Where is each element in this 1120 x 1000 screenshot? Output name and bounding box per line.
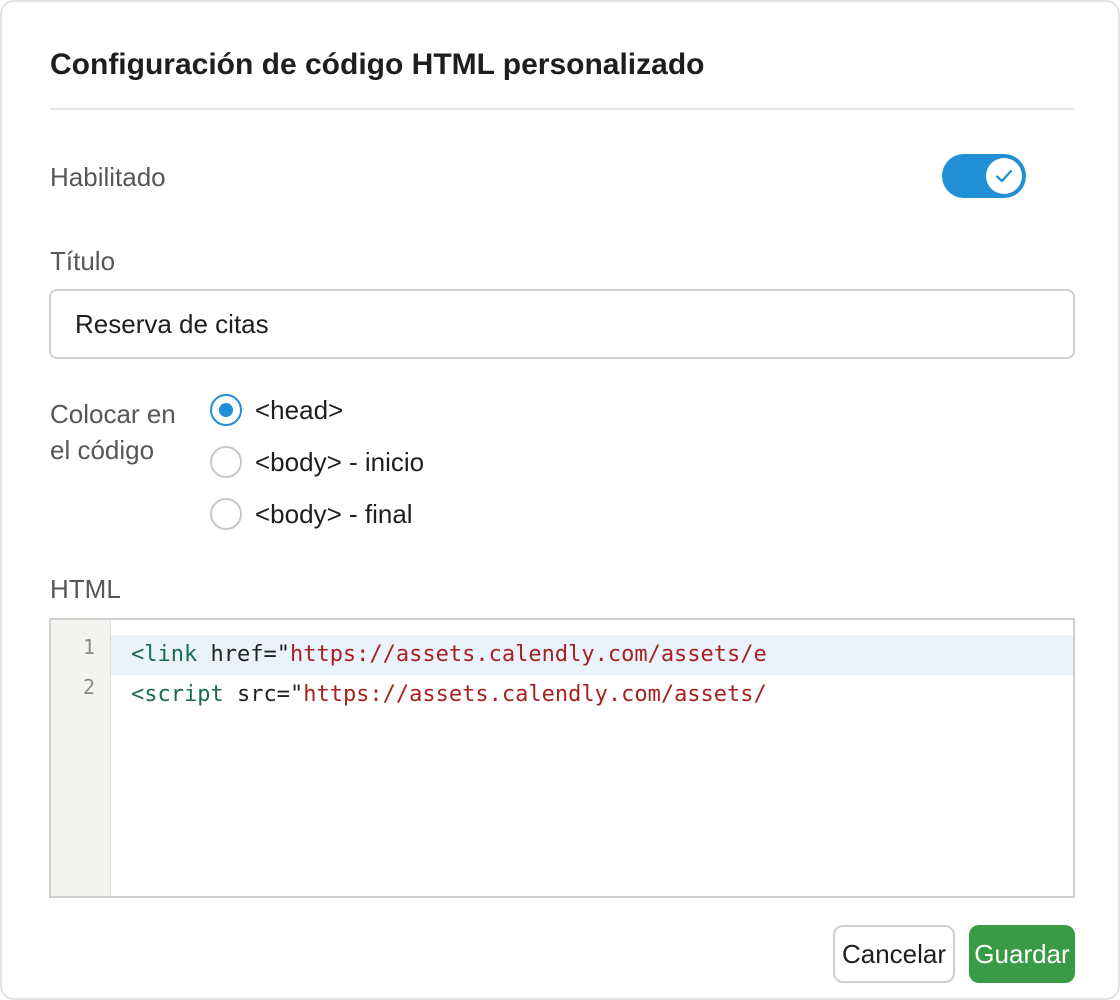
dialog-title: Configuración de código HTML personaliza… — [50, 48, 705, 81]
radio-option-head[interactable]: <head> — [210, 394, 343, 426]
title-divider — [50, 108, 1074, 110]
code-line[interactable]: <script src="https://assets.calendly.com… — [111, 675, 1073, 715]
code-attr: src=" — [223, 682, 304, 707]
code-tag: <link — [131, 642, 198, 667]
toggle-knob — [986, 158, 1022, 194]
title-input[interactable] — [49, 289, 1075, 359]
check-icon — [995, 169, 1013, 183]
code-attr: href=" — [197, 642, 290, 667]
html-label: HTML — [50, 574, 121, 604]
code-tag: <script — [131, 682, 224, 707]
title-field-label: Título — [50, 246, 116, 276]
placement-label: Colocar en el código — [50, 396, 200, 468]
html-code-editor[interactable]: 1 2 <link href="https://assets.calendly.… — [49, 618, 1075, 898]
line-number: 1 — [82, 635, 95, 659]
radio-body-start-label: <body> - inicio — [255, 446, 425, 477]
cancel-button[interactable]: Cancelar — [833, 925, 955, 983]
save-button[interactable]: Guardar — [969, 925, 1075, 983]
radio-body-end-label: <body> - final — [255, 498, 413, 529]
code-value: https://assets.calendly.com/assets/ — [303, 682, 767, 707]
radio-body-start[interactable] — [210, 446, 242, 478]
placement-label-line1: Colocar en — [50, 399, 176, 429]
radio-option-body-start[interactable]: <body> - inicio — [210, 446, 424, 478]
radio-head-label: <head> — [255, 394, 344, 425]
code-line[interactable]: <link href="https://assets.calendly.com/… — [111, 635, 1073, 675]
placement-label-line2: el código — [50, 435, 155, 465]
radio-option-body-end[interactable]: <body> - final — [210, 498, 413, 530]
radio-body-end[interactable] — [210, 498, 242, 530]
enabled-toggle[interactable] — [942, 154, 1026, 198]
line-number: 2 — [82, 675, 95, 699]
code-value: https://assets.calendly.com/assets/e — [289, 642, 767, 667]
line-gutter: 1 2 — [51, 620, 111, 896]
radio-head[interactable] — [210, 394, 242, 426]
enabled-label: Habilitado — [50, 162, 166, 192]
custom-html-dialog: Configuración de código HTML personaliza… — [0, 0, 1120, 1000]
